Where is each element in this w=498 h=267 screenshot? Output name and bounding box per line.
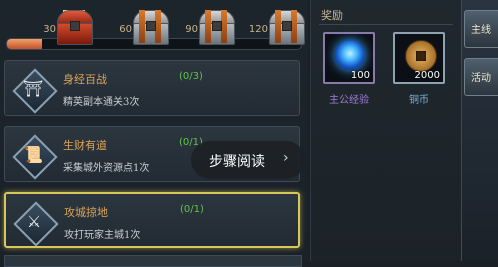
side-menu: 主线 活动 <box>461 0 498 261</box>
quest-description: 采集城外资源点1次 <box>63 163 150 174</box>
quest-description: 攻打玩家主城1次 <box>64 230 141 241</box>
exp-orb-icon <box>335 40 365 70</box>
quest-progress: (0/1) <box>180 204 204 215</box>
side-button-event[interactable]: 活动 <box>464 58 498 96</box>
copper-coin-icon <box>405 40 437 72</box>
reward-name: 主公经验 <box>329 95 369 106</box>
milestone-60[interactable]: 60 <box>119 4 176 48</box>
reward-name: 铜币 <box>409 95 429 106</box>
scroll-icon: 📜 <box>12 134 58 180</box>
quest-progress: (0/3) <box>179 71 203 82</box>
silver-chest-icon[interactable] <box>266 10 306 45</box>
divider <box>319 24 453 25</box>
crossed-swords-icon: ⚔ <box>13 201 59 247</box>
quest-title: 攻城掠地 <box>64 206 108 219</box>
reward-panel-title: 奖励 <box>321 9 343 22</box>
milestone-value: 30 <box>43 24 56 35</box>
task-panel: 30 60 90 120 ⛩ 身经百战 (0/3) 精英副本通关3次 📜 生财有… <box>0 0 308 267</box>
step-reading-label: 步骤阅读 <box>209 154 265 170</box>
milestone-value: 60 <box>119 24 132 35</box>
red-chest-icon[interactable] <box>54 10 94 45</box>
quest-card-partial[interactable] <box>4 255 302 267</box>
quest-title: 生财有道 <box>63 139 107 152</box>
reward-amount: 100 <box>350 70 370 81</box>
quest-card-selected[interactable]: ⚔ 攻城掠地 (0/1) 攻打玩家主城1次 <box>4 192 300 248</box>
milestone-30[interactable]: 30 <box>43 4 100 48</box>
reward-slot-copper[interactable]: 2000 <box>393 32 445 84</box>
side-button-label: 主线 <box>471 25 491 36</box>
side-button-label: 活动 <box>471 73 491 84</box>
milestone-90[interactable]: 90 <box>185 4 242 48</box>
silver-chest-icon[interactable] <box>130 10 170 45</box>
side-button-main[interactable]: 主线 <box>464 10 498 48</box>
quest-description: 精英副本通关3次 <box>63 97 140 108</box>
milestone-120[interactable]: 120 <box>249 4 312 48</box>
pagoda-icon: ⛩ <box>12 68 58 114</box>
reward-slot-exp[interactable]: 100 <box>323 32 375 84</box>
silver-chest-icon[interactable] <box>196 10 236 45</box>
chevron-right-icon: › <box>283 150 289 166</box>
step-reading-button[interactable]: 步骤阅读 › <box>191 141 305 179</box>
quest-card[interactable]: ⛩ 身经百战 (0/3) 精英副本通关3次 <box>4 60 300 116</box>
activity-progress-fill <box>7 39 43 49</box>
activity-progress: 30 60 90 120 <box>0 0 308 56</box>
reward-amount: 2000 <box>414 70 440 81</box>
milestone-value: 120 <box>248 24 268 35</box>
quest-title: 身经百战 <box>63 73 107 86</box>
milestone-value: 90 <box>185 24 198 35</box>
reward-panel: 奖励 100 主公经验 2000 铜币 <box>310 0 461 261</box>
